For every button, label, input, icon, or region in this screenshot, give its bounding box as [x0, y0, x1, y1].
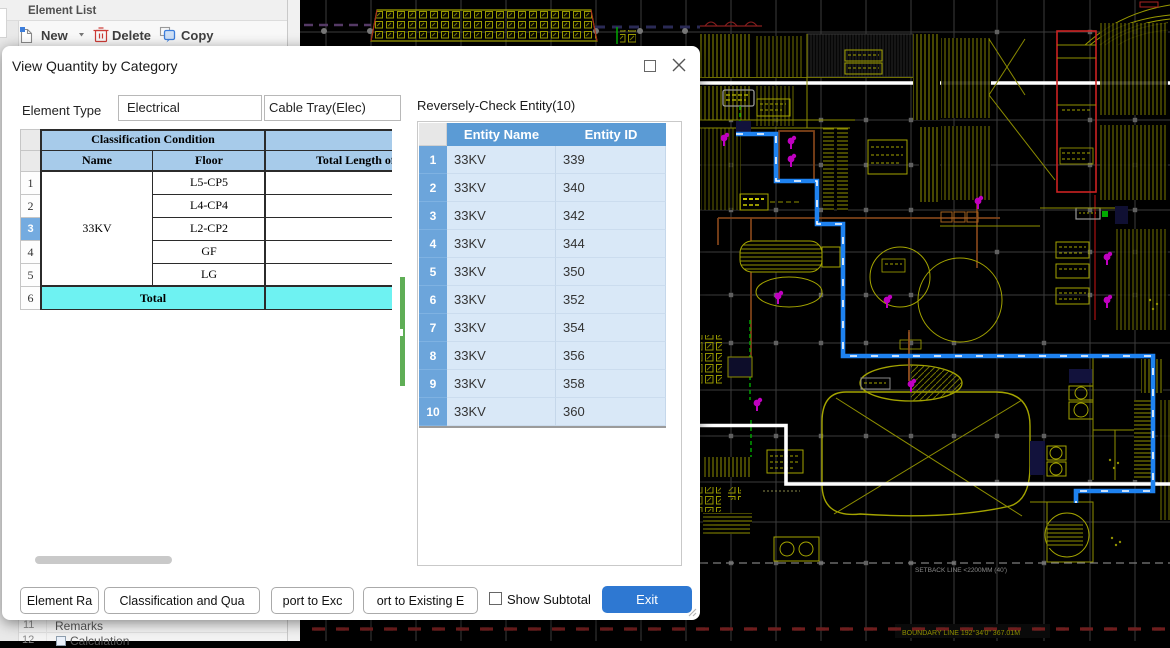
svg-text:BOUNDARY LINE 192°34'0" 367: BOUNDARY LINE 192°34'0" 367.01M [902, 629, 1020, 637]
svg-text:SETBACK LINE <2200MM (40'): SETBACK LINE <2200MM (40') [915, 567, 1007, 574]
